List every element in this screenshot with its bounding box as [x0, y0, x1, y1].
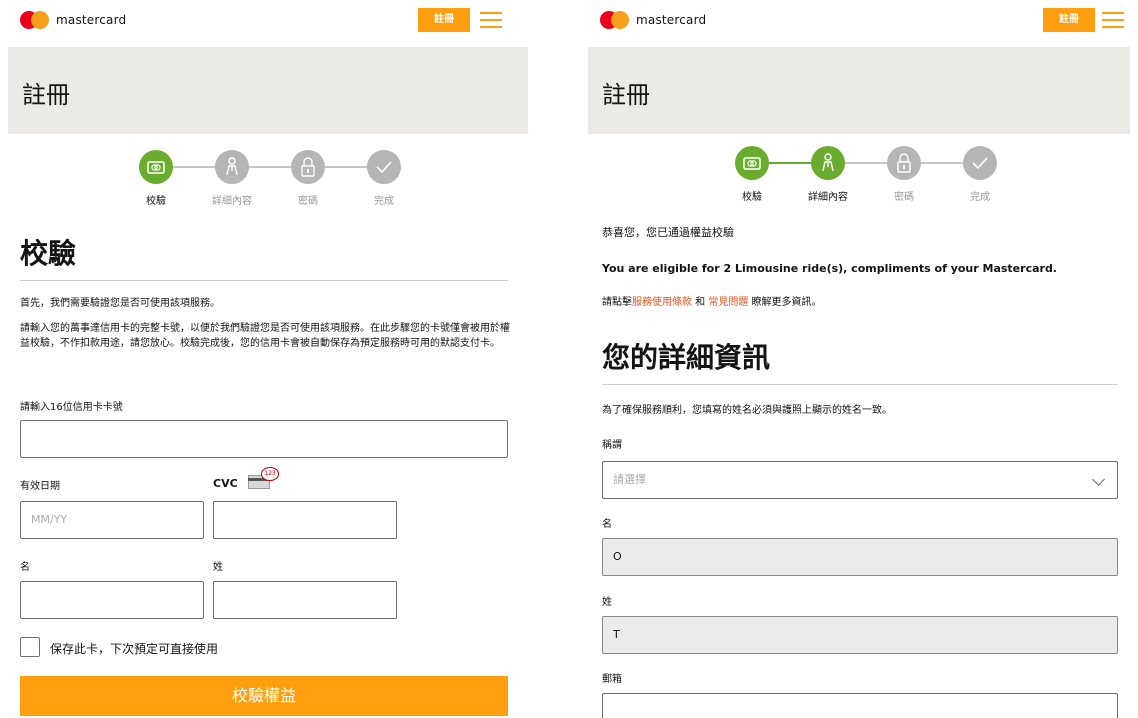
body-text: 請輸入您的萬事達信用卡的完整卡號，以便於我們驗證您是否可使用該項服務。在此步驟您…: [20, 323, 510, 349]
faq-link[interactable]: 常見問題: [708, 297, 748, 308]
eligibility-text: You are eligible for 2 Limousine ride(s)…: [602, 262, 1057, 275]
page-title: 註冊: [22, 81, 70, 109]
mastercard-circles-icon: [600, 11, 630, 29]
details-panel: mastercard 註冊 註冊 校驗 詳細內容 密碼 完成 恭喜您，您已通過權…: [588, 0, 1130, 718]
step-label: 完成: [374, 196, 394, 207]
save-card-checkbox[interactable]: [20, 637, 40, 657]
info-line: 請點擊服務使用條款 和 常見問題 瞭解更多資訊。: [602, 295, 822, 310]
cvc-label: CVC: [213, 477, 238, 490]
step-password: 密碼: [270, 150, 346, 207]
congrats-text: 恭喜您，您已通過權益校驗: [602, 226, 734, 239]
verification-panel: mastercard 註冊 註冊 校驗 詳細內容 密碼 完成 校驗 首先，我們需…: [8, 0, 528, 718]
email-input[interactable]: [602, 693, 1118, 718]
name-note: 為了確保服務順利，您填寫的姓名必須與護照上顯示的姓名一致。: [602, 405, 892, 416]
title-select[interactable]: 請選擇: [602, 461, 1118, 499]
top-bar: mastercard 註冊: [8, 0, 528, 46]
step-label: 密碼: [298, 196, 318, 207]
lock-icon: [291, 150, 325, 184]
check-icon: [963, 146, 997, 180]
title-select-value: 請選擇: [613, 473, 646, 486]
expiry-input[interactable]: MM/YY: [20, 501, 204, 539]
register-button[interactable]: 註冊: [418, 8, 470, 32]
page-title-band: 註冊: [8, 47, 528, 134]
register-button[interactable]: 註冊: [1043, 8, 1095, 32]
step-done: 完成: [346, 150, 422, 207]
info-suffix: 瞭解更多資訊。: [748, 297, 822, 308]
step-details: 詳細內容: [790, 146, 866, 203]
menu-icon[interactable]: [480, 11, 502, 29]
card-icon: [735, 146, 769, 180]
card-icon: [139, 150, 173, 184]
expiry-label: 有效日期: [20, 481, 60, 492]
cvc-input[interactable]: [213, 501, 397, 539]
intro-text: 首先，我們需要驗證您是否可使用該項服務。: [20, 298, 220, 309]
step-done: 完成: [942, 146, 1018, 203]
cvc-card-icon: 123: [248, 467, 282, 491]
person-icon: [215, 150, 249, 184]
progress-stepper: 校驗 詳細內容 密碼 完成: [118, 150, 418, 214]
info-prefix: 請點擊: [602, 297, 632, 308]
last-name-label: 姓: [602, 597, 612, 608]
step-label: 校驗: [742, 192, 762, 203]
step-verify: 校驗: [714, 146, 790, 203]
first-name-label: 名: [602, 519, 612, 530]
mastercard-logo[interactable]: mastercard: [600, 11, 706, 29]
top-bar: mastercard 註冊: [588, 0, 1130, 46]
step-label: 詳細內容: [212, 196, 252, 207]
first-name-label: 名: [20, 562, 30, 573]
mastercard-logo[interactable]: mastercard: [20, 11, 126, 29]
email-label: 郵箱: [602, 674, 622, 685]
step-verify: 校驗: [118, 150, 194, 207]
page-title-band: 註冊: [588, 47, 1130, 134]
last-name-input[interactable]: [213, 581, 397, 619]
info-and: 和: [692, 297, 709, 308]
terms-link[interactable]: 服務使用條款: [632, 297, 692, 308]
section-heading: 校驗: [20, 237, 77, 270]
step-label: 密碼: [894, 192, 914, 203]
step-label: 詳細內容: [808, 192, 848, 203]
first-name-field[interactable]: O: [602, 538, 1118, 576]
card-number-label: 請輸入16位信用卡卡號: [20, 402, 123, 413]
brand-name: mastercard: [636, 13, 707, 27]
check-icon: [367, 150, 401, 184]
title-label: 稱謂: [602, 440, 622, 451]
step-label: 校驗: [146, 196, 166, 207]
lock-icon: [887, 146, 921, 180]
step-password: 密碼: [866, 146, 942, 203]
step-label: 完成: [970, 192, 990, 203]
last-name-label: 姓: [213, 562, 223, 573]
page-title: 註冊: [602, 81, 650, 109]
section-heading: 您的詳細資訊: [602, 341, 771, 374]
card-number-input[interactable]: [20, 420, 508, 458]
person-icon: [811, 146, 845, 180]
menu-icon[interactable]: [1102, 11, 1124, 29]
mastercard-circles-icon: [20, 11, 50, 29]
divider: [20, 280, 508, 281]
first-name-input[interactable]: [20, 581, 204, 619]
progress-stepper: 校驗 詳細內容 密碼 完成: [714, 146, 1014, 210]
step-details: 詳細內容: [194, 150, 270, 207]
chevron-down-icon: [1092, 473, 1105, 486]
verify-benefit-button[interactable]: 校驗權益: [20, 676, 508, 716]
cvc-badge: 123: [261, 467, 279, 481]
last-name-field[interactable]: T: [602, 616, 1118, 654]
brand-name: mastercard: [56, 13, 127, 27]
save-card-label: 保存此卡，下次預定可直接使用: [50, 642, 219, 656]
divider: [602, 384, 1118, 385]
